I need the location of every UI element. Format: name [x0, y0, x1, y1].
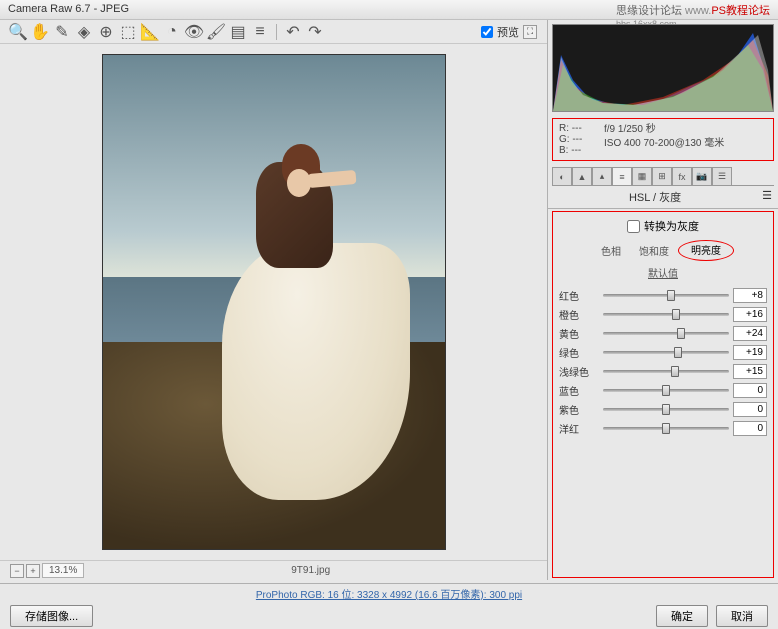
tab-basic[interactable]: ◐: [552, 167, 572, 185]
cancel-button[interactable]: 取消: [716, 605, 768, 627]
rotate-ccw-icon[interactable]: ↶: [285, 24, 301, 40]
tab-detail[interactable]: ▴: [592, 167, 612, 185]
straighten-icon[interactable]: 📐: [142, 24, 158, 40]
slider-row-1: 橙色 +16: [555, 305, 771, 324]
slider-label: 洋红: [559, 421, 599, 436]
target-icon[interactable]: ⊕: [98, 24, 114, 40]
crop-icon[interactable]: ⬚: [120, 24, 136, 40]
left-panel: 🔍 ✋ ✎ ◈ ⊕ ⬚ 📐 ◔ 👁 🖌 ▤ ≡ ↶ ↷ 预览 ⛶: [0, 20, 548, 580]
spot-icon[interactable]: ◔: [164, 24, 180, 40]
subtab-hue[interactable]: 色相: [592, 240, 630, 261]
slider-value[interactable]: 0: [733, 402, 767, 417]
tab-split[interactable]: ▦: [632, 167, 652, 185]
rotate-cw-icon[interactable]: ↷: [307, 24, 323, 40]
slider-row-5: 蓝色 0: [555, 381, 771, 400]
slider-track[interactable]: [603, 384, 729, 398]
slider-label: 橙色: [559, 307, 599, 322]
slider-value[interactable]: +19: [733, 345, 767, 360]
slider-row-0: 红色 +8: [555, 286, 771, 305]
hsl-panel: 转换为灰度 色相 饱和度 明亮度 默认值 红色 +8 橙色 +16 黄色 +24 绿色 +19…: [552, 211, 774, 578]
filename: 9T91.jpg: [291, 565, 330, 576]
image-stage: [0, 44, 547, 560]
slider-row-7: 洋红 0: [555, 419, 771, 438]
ok-button[interactable]: 确定: [656, 605, 708, 627]
eyedropper-icon[interactable]: ✎: [54, 24, 70, 40]
profile-info[interactable]: ProPhoto RGB: 16 位: 3328 x 4992 (16.6 百万…: [0, 584, 778, 603]
right-panel: R: --- G: --- B: --- f/9 1/250 秒 ISO 400…: [548, 20, 778, 580]
slider-track[interactable]: [603, 403, 729, 417]
hand-icon[interactable]: ✋: [32, 24, 48, 40]
zoom-icon[interactable]: 🔍: [10, 24, 26, 40]
slider-track[interactable]: [603, 327, 729, 341]
prefs-icon[interactable]: ≡: [252, 24, 268, 40]
preview-checkbox[interactable]: [481, 26, 493, 38]
panel-title: HSL / 灰度 ☰: [548, 186, 778, 209]
rgb-exif-info: R: --- G: --- B: --- f/9 1/250 秒 ISO 400…: [552, 118, 774, 161]
fullscreen-icon[interactable]: ⛶: [523, 25, 537, 39]
slider-label: 紫色: [559, 402, 599, 417]
slider-track[interactable]: [603, 308, 729, 322]
tab-fx[interactable]: fx: [672, 167, 692, 185]
slider-label: 绿色: [559, 345, 599, 360]
slider-row-6: 紫色 0: [555, 400, 771, 419]
sampler-icon[interactable]: ◈: [76, 24, 92, 40]
slider-value[interactable]: +8: [733, 288, 767, 303]
subtab-luminance[interactable]: 明亮度: [678, 240, 734, 261]
slider-label: 红色: [559, 288, 599, 303]
toolbar: 🔍 ✋ ✎ ◈ ⊕ ⬚ 📐 ◔ 👁 🖌 ▤ ≡ ↶ ↷ 预览 ⛶: [0, 20, 547, 44]
save-image-button[interactable]: 存储图像...: [10, 605, 93, 627]
slider-label: 黄色: [559, 326, 599, 341]
tab-curve[interactable]: ▲: [572, 167, 592, 185]
zoom-value[interactable]: 13.1%: [42, 563, 84, 578]
slider-row-3: 绿色 +19: [555, 343, 771, 362]
preview-image[interactable]: [102, 54, 446, 550]
slider-label: 浅绿色: [559, 364, 599, 379]
slider-value[interactable]: +24: [733, 326, 767, 341]
slider-row-4: 浅绿色 +15: [555, 362, 771, 381]
footer: ProPhoto RGB: 16 位: 3328 x 4992 (16.6 百万…: [0, 583, 778, 621]
tab-hsl[interactable]: ≡: [612, 167, 632, 185]
tab-presets[interactable]: ☰: [712, 167, 732, 185]
slider-value[interactable]: 0: [733, 383, 767, 398]
zoom-out-button[interactable]: −: [10, 564, 24, 578]
bottom-info-bar: − + 13.1% 9T91.jpg: [0, 560, 547, 580]
subtab-sat[interactable]: 饱和度: [630, 240, 678, 261]
zoom-in-button[interactable]: +: [26, 564, 40, 578]
default-link[interactable]: 默认值: [555, 265, 771, 286]
redeye-icon[interactable]: 👁: [186, 24, 202, 40]
slider-track[interactable]: [603, 422, 729, 436]
tab-camera[interactable]: 📷: [692, 167, 712, 185]
gradient-icon[interactable]: ▤: [230, 24, 246, 40]
slider-track[interactable]: [603, 365, 729, 379]
grayscale-checkbox[interactable]: [627, 220, 640, 233]
slider-track[interactable]: [603, 346, 729, 360]
slider-row-2: 黄色 +24: [555, 324, 771, 343]
grayscale-label: 转换为灰度: [644, 218, 699, 234]
tab-lens[interactable]: ⊞: [652, 167, 672, 185]
hsl-subtabs: 色相 饱和度 明亮度: [555, 240, 771, 261]
brush-icon[interactable]: 🖌: [208, 24, 224, 40]
adjustment-tabs: ◐ ▲ ▴ ≡ ▦ ⊞ fx 📷 ☰: [552, 167, 774, 186]
slider-track[interactable]: [603, 289, 729, 303]
slider-value[interactable]: +16: [733, 307, 767, 322]
histogram: [552, 24, 774, 112]
slider-value[interactable]: +15: [733, 364, 767, 379]
preview-label: 预览: [497, 24, 519, 40]
slider-label: 蓝色: [559, 383, 599, 398]
slider-value[interactable]: 0: [733, 421, 767, 436]
